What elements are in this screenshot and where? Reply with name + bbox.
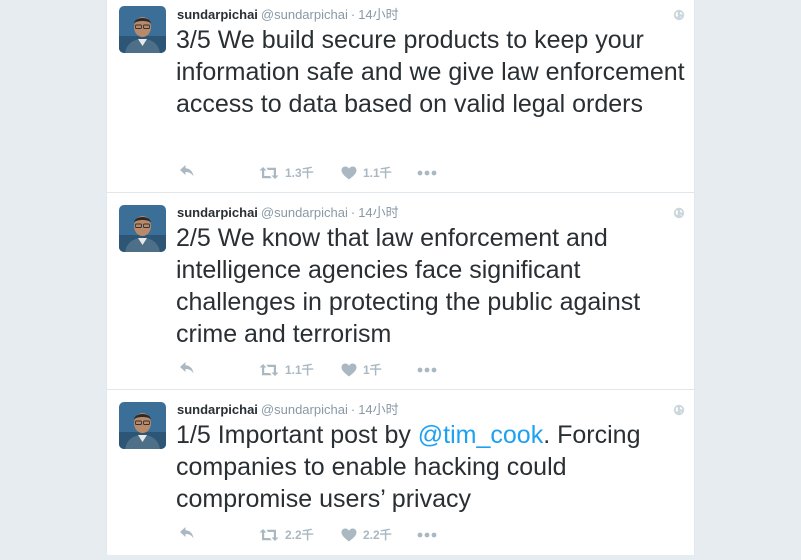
more-button[interactable]	[417, 361, 437, 373]
heart-icon	[341, 528, 357, 541]
timestamp[interactable]: 14小时	[358, 7, 398, 22]
like-button[interactable]: 1千	[341, 361, 382, 378]
author-name[interactable]: sundarpichai	[177, 205, 258, 220]
reply-icon	[180, 527, 194, 539]
avatar[interactable]	[119, 6, 166, 53]
more-button[interactable]	[417, 526, 437, 538]
globe-icon	[673, 8, 685, 21]
author-handle[interactable]: @sundarpichai	[261, 205, 348, 220]
tweet-header: sundarpichai @sundarpichai · 14小时	[177, 401, 399, 418]
globe-icon	[673, 403, 685, 416]
globe-icon	[673, 206, 685, 219]
retweet-count: 2.2千	[285, 528, 314, 542]
more-icon	[417, 532, 437, 538]
like-count: 1千	[363, 363, 382, 377]
tweet-header: sundarpichai @sundarpichai · 14小时	[177, 6, 399, 23]
like-count: 1.1千	[363, 166, 392, 180]
tweet-text-body: 1/5 Important post by	[176, 421, 418, 449]
reply-button[interactable]	[179, 164, 195, 178]
retweet-count: 1.1千	[285, 363, 314, 377]
author-handle[interactable]: @sundarpichai	[261, 402, 348, 417]
author-handle[interactable]: @sundarpichai	[261, 7, 348, 22]
separator-dot: ·	[350, 205, 356, 220]
heart-icon	[341, 166, 357, 179]
avatar[interactable]	[119, 205, 166, 252]
reply-button[interactable]	[179, 526, 195, 540]
retweet-icon	[259, 528, 279, 541]
more-button[interactable]	[417, 164, 437, 176]
avatar[interactable]	[119, 402, 166, 449]
mention-link[interactable]: @tim_cook	[418, 421, 543, 449]
more-icon	[417, 170, 437, 176]
tweet[interactable]: sundarpichai @sundarpichai · 14小时 2/5 We kn…	[107, 193, 694, 390]
retweet-count: 1.3千	[285, 166, 314, 180]
separator-dot: ·	[350, 402, 356, 417]
tweet[interactable]: sundarpichai @sundarpichai · 14小时 3/5 We bu…	[107, 0, 694, 193]
retweet-button[interactable]: 2.2千	[259, 526, 314, 543]
author-name[interactable]: sundarpichai	[177, 7, 258, 22]
separator-dot: ·	[350, 7, 356, 22]
more-icon	[417, 367, 437, 373]
tweet-text-body: 3/5 We build secure products to keep you…	[176, 26, 685, 118]
like-button[interactable]: 2.2千	[341, 526, 392, 543]
reply-icon	[180, 165, 194, 177]
timestamp[interactable]: 14小时	[358, 402, 398, 417]
reply-icon	[180, 362, 194, 374]
like-button[interactable]: 1.1千	[341, 164, 392, 181]
tweet-text: 2/5 We know that law enforcement and int…	[176, 222, 686, 350]
retweet-button[interactable]: 1.1千	[259, 361, 314, 378]
tweet[interactable]: sundarpichai @sundarpichai · 14小时 1/5 Impor…	[107, 390, 694, 560]
tweet-text: 1/5 Important post by @tim_cook. Forcing…	[176, 419, 686, 515]
reply-button[interactable]	[179, 361, 195, 375]
timeline: sundarpichai @sundarpichai · 14小时 3/5 We bu…	[106, 0, 695, 555]
tweet-text: 3/5 We build secure products to keep you…	[176, 24, 686, 120]
author-name[interactable]: sundarpichai	[177, 402, 258, 417]
timestamp[interactable]: 14小时	[358, 205, 398, 220]
retweet-button[interactable]: 1.3千	[259, 164, 314, 181]
retweet-icon	[259, 363, 279, 376]
retweet-icon	[259, 166, 279, 179]
like-count: 2.2千	[363, 528, 392, 542]
heart-icon	[341, 363, 357, 376]
tweet-text-body: 2/5 We know that law enforcement and int…	[176, 224, 641, 348]
tweet-header: sundarpichai @sundarpichai · 14小时	[177, 204, 399, 221]
